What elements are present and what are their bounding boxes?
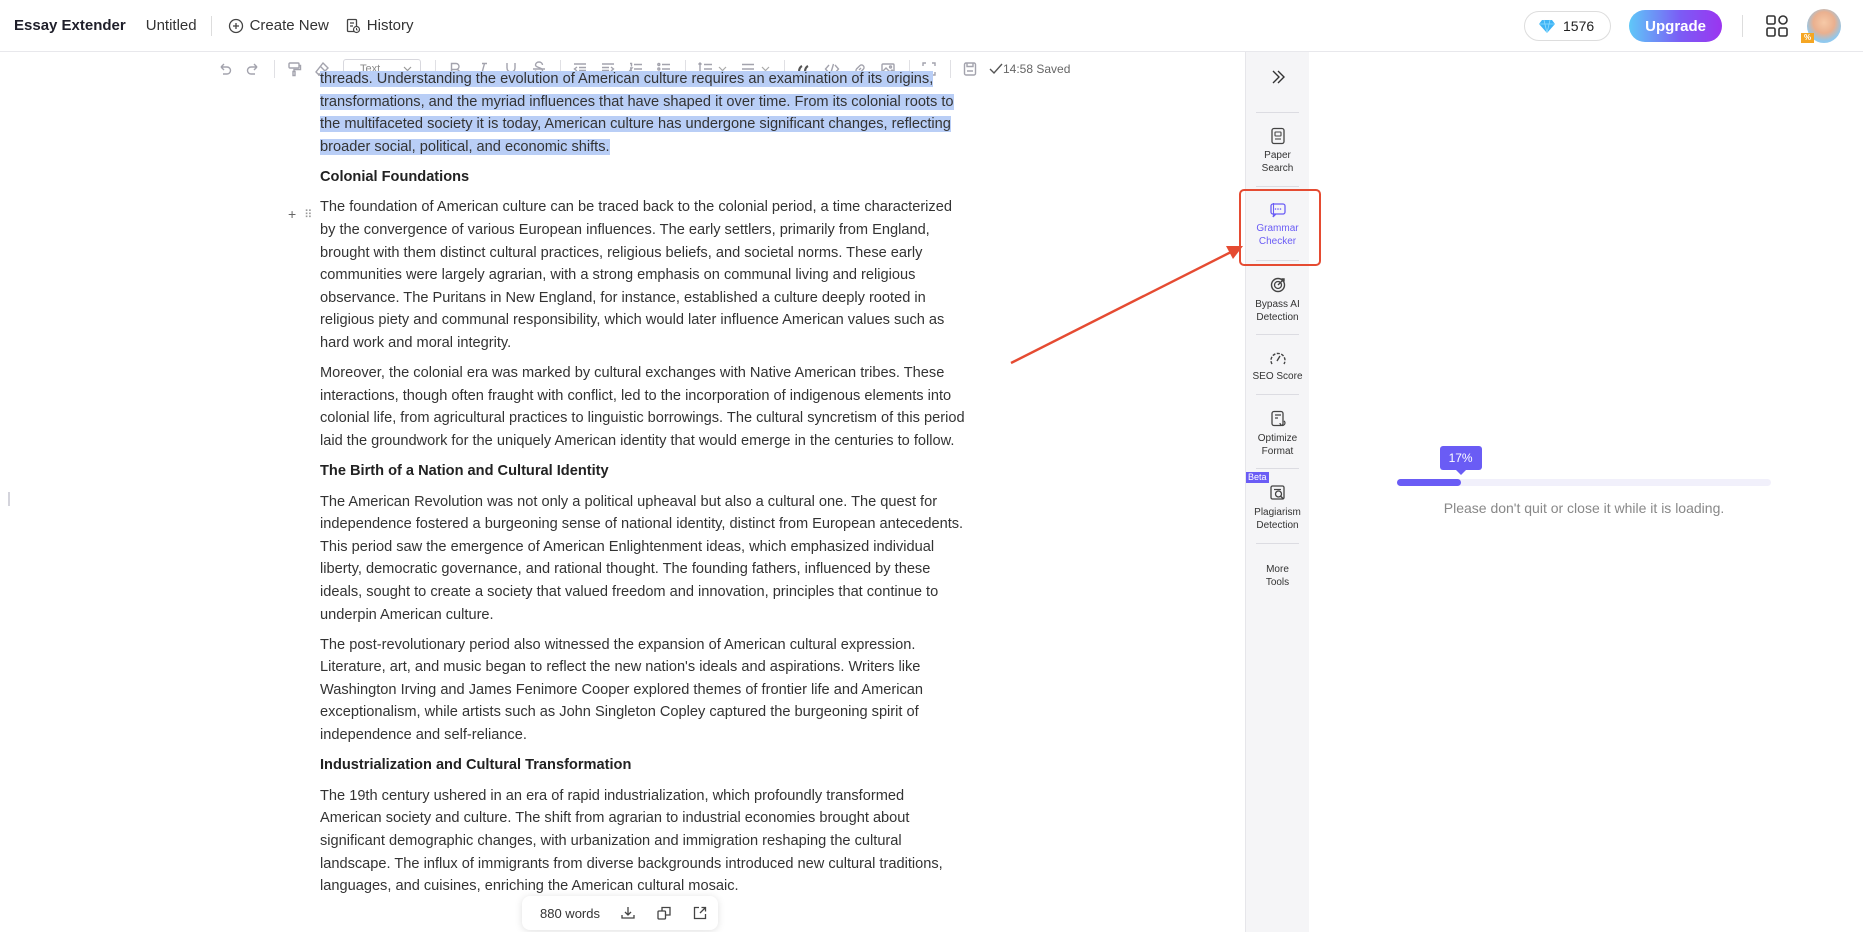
bypass-ai-icon [1270, 277, 1285, 293]
tool-plagiarism-detection[interactable]: Plagiarism Detection [1246, 484, 1309, 532]
tools-sidebar: Paper Search Grammar Checker Bypass AI D… [1246, 52, 1309, 932]
double-chevron-right-icon [1272, 70, 1285, 84]
tool-label: Paper [1264, 150, 1291, 161]
tool-label: SEO Score [1252, 371, 1303, 382]
loading-message: Please don't quit or close it while it i… [1443, 500, 1725, 516]
progress-track [1397, 479, 1771, 486]
annotation-arrow [1010, 246, 1243, 365]
tool-label: Format [1261, 446, 1294, 457]
collapse-sidebar-button[interactable] [1246, 70, 1309, 89]
tool-divider [1256, 543, 1299, 544]
tool-seo-score[interactable]: SEO Score [1246, 350, 1309, 383]
beta-badge: Beta [1246, 472, 1269, 483]
tool-bypass-ai-detection[interactable]: Bypass AI Detection [1246, 276, 1309, 324]
annotation-highlight-box [1239, 189, 1321, 266]
plagiarism-icon [1269, 485, 1285, 500]
tool-label: Tools [1265, 577, 1290, 588]
paper-search-icon [1270, 127, 1285, 145]
tool-divider [1256, 334, 1299, 335]
tool-label: Search [1261, 163, 1294, 174]
progress-fill [1397, 479, 1461, 486]
progress-percent-tooltip: 17% [1439, 446, 1482, 475]
tool-divider [1256, 112, 1299, 113]
tool-label: Detection [1256, 312, 1299, 323]
tool-label: Optimize [1257, 433, 1298, 444]
optimize-format-icon [1270, 410, 1286, 427]
tool-label: More [1266, 564, 1289, 575]
tool-label: Detection [1256, 520, 1299, 531]
tool-label: Plagiarism [1254, 507, 1301, 518]
tool-divider [1256, 394, 1299, 395]
tool-paper-search[interactable]: Paper Search [1246, 127, 1309, 175]
tool-optimize-format[interactable]: Optimize Format [1246, 410, 1309, 458]
tool-more-tools[interactable]: More Tools [1246, 563, 1309, 589]
tool-divider [1256, 186, 1299, 187]
tool-divider [1256, 468, 1299, 469]
seo-score-icon [1269, 352, 1286, 365]
tool-label: Bypass AI [1255, 299, 1300, 310]
